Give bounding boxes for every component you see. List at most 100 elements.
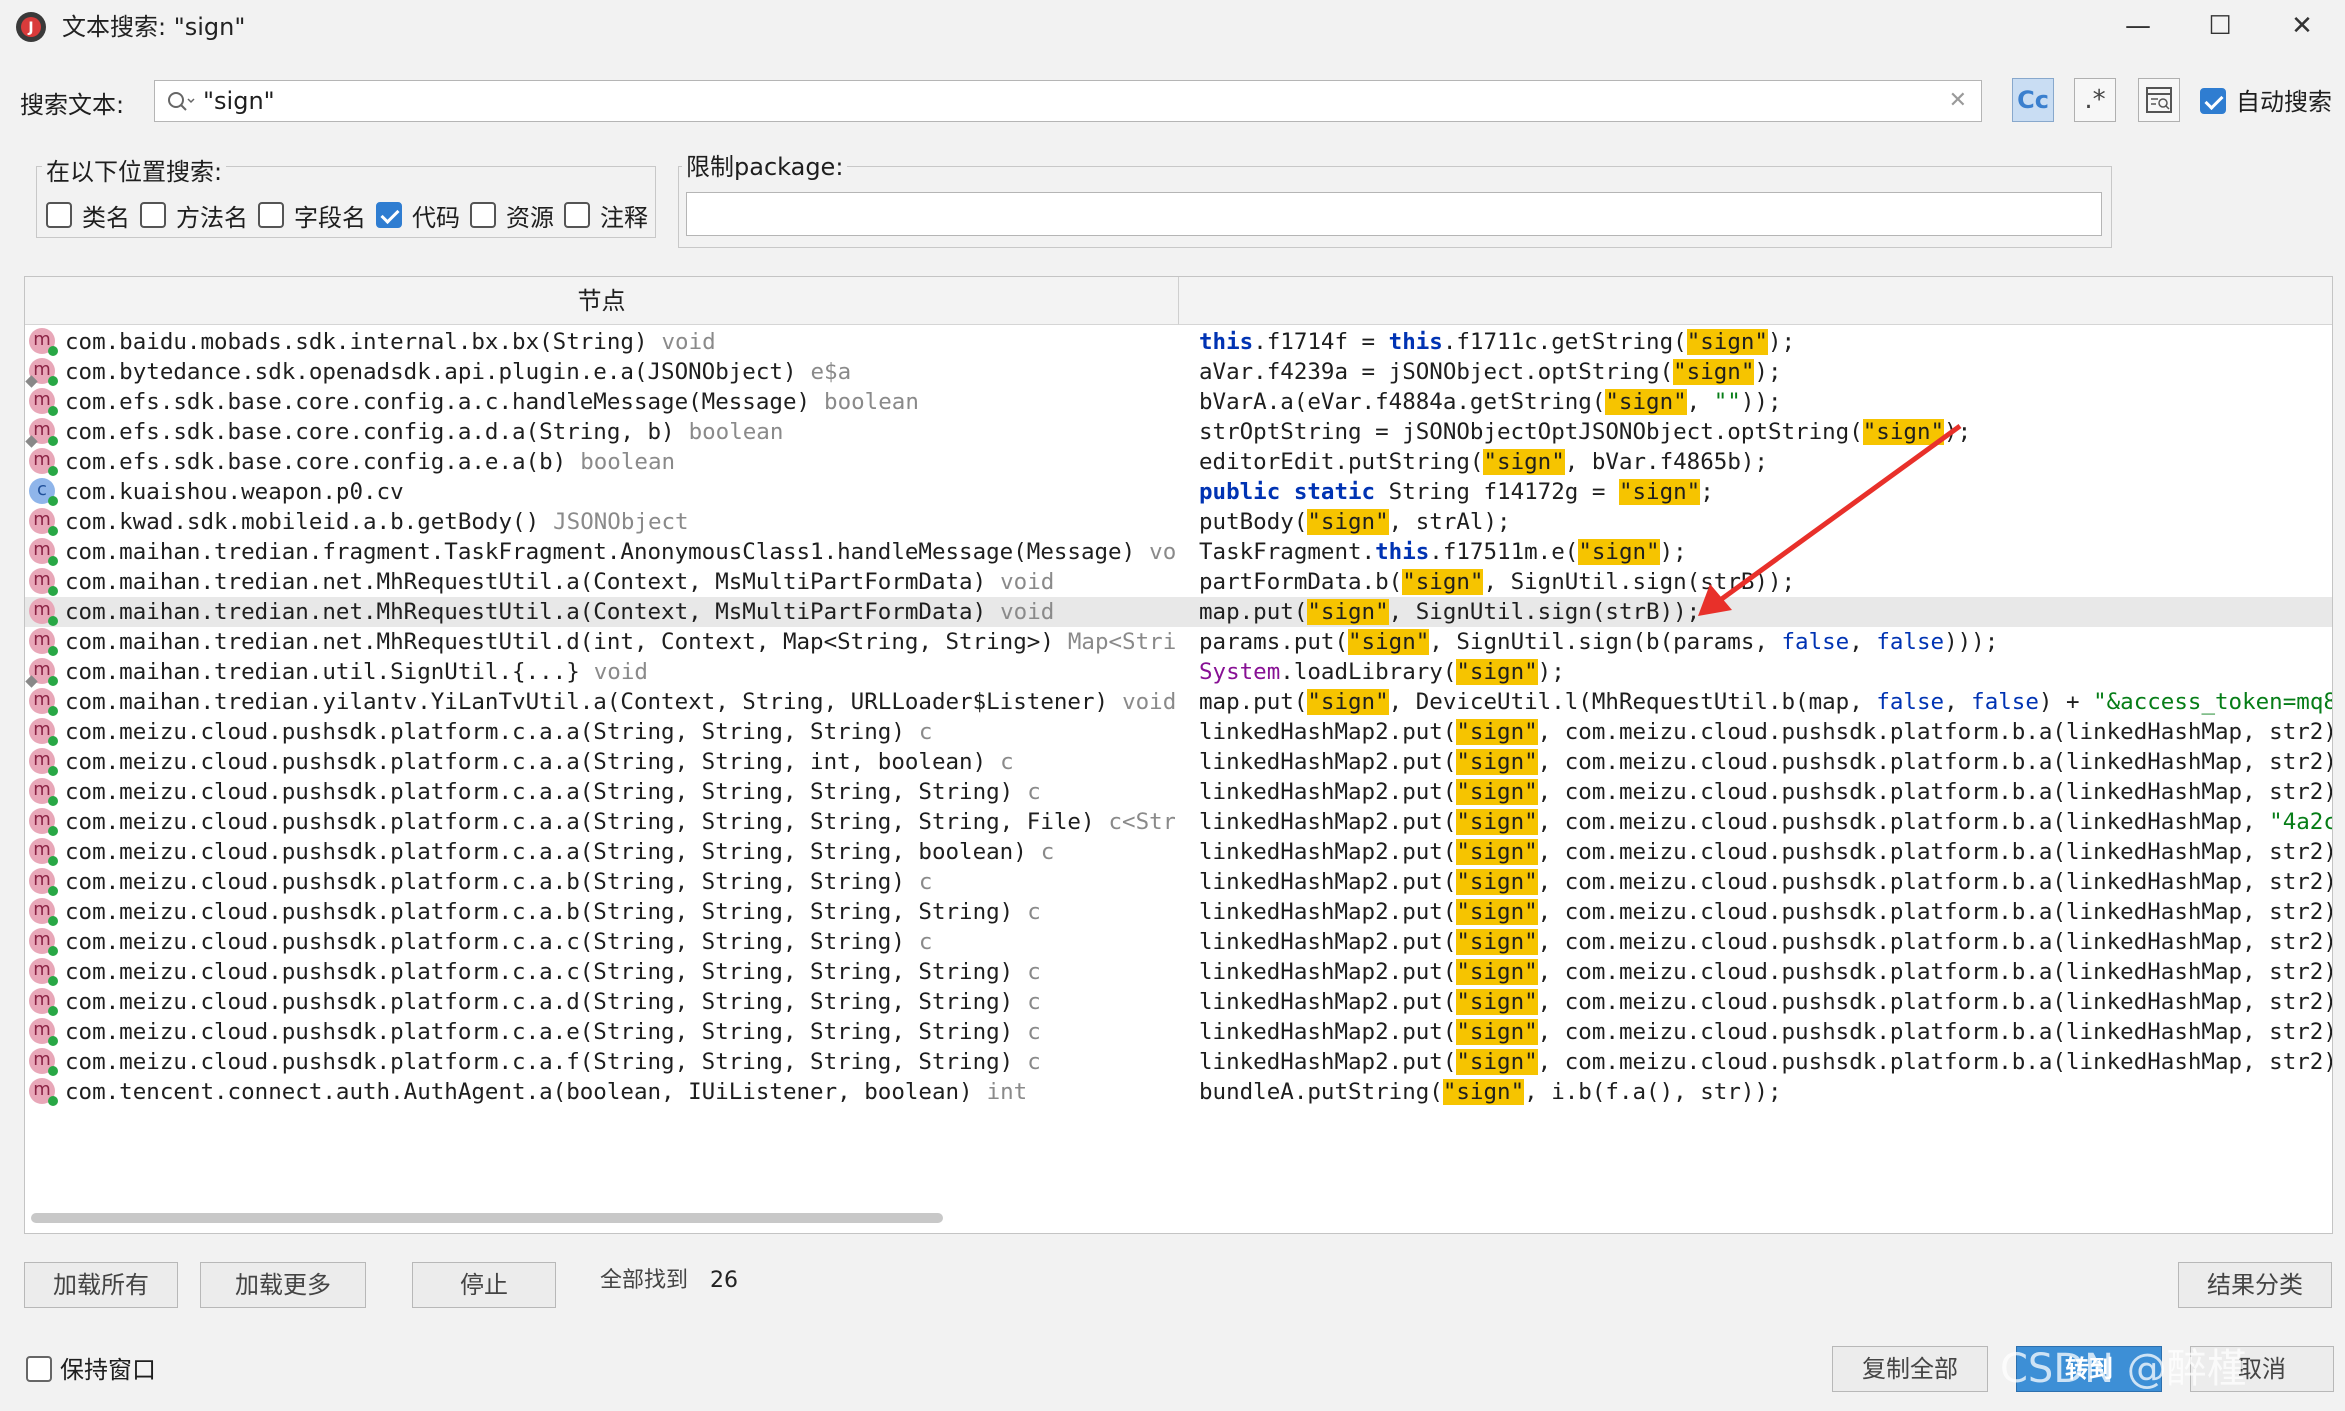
copy-all-button[interactable]: 复制全部 — [1832, 1346, 1988, 1392]
option-field-name[interactable]: 字段名 — [258, 198, 366, 232]
code-token: .f1711c.getString( — [1442, 329, 1687, 355]
option-resource[interactable]: 资源 — [470, 198, 554, 232]
option-comment[interactable]: 注释 — [564, 198, 648, 232]
search-location-title: 在以下位置搜索: — [42, 156, 227, 188]
return-type: c — [1027, 1049, 1041, 1075]
code-snippet: linkedHashMap2.put("sign", com.meizu.clo… — [1199, 1047, 2333, 1077]
table-row[interactable]: m com.meizu.cloud.pushsdk.platform.c.a.c(… — [25, 957, 2332, 987]
maximize-button[interactable]: ☐ — [2180, 0, 2260, 52]
node-signature: com.meizu.cloud.pushsdk.platform.c.a.c(S… — [65, 957, 1175, 987]
match-highlight: "sign" — [1307, 599, 1389, 625]
code-token: linkedHashMap2.put( — [1199, 839, 1457, 865]
table-row[interactable]: m com.efs.sdk.base.core.config.a.d.a(Stri… — [25, 417, 2332, 448]
table-row[interactable]: m com.meizu.cloud.pushsdk.platform.c.a.c(… — [25, 927, 2332, 957]
node-signature: com.meizu.cloud.pushsdk.platform.c.a.b(S… — [65, 897, 1175, 927]
table-row[interactable]: m com.kwad.sdk.mobileid.a.b.getBody() JSON… — [25, 507, 2332, 537]
option-label: 类名 — [82, 203, 130, 232]
search-input[interactable]: "sign" ✕ — [154, 80, 1982, 122]
code-token: , com.meizu.cloud.pushsdk.platform.b.a(l… — [1537, 989, 2333, 1015]
table-row[interactable]: m com.maihan.tredian.util.SignUtil.{...} v… — [25, 657, 2332, 688]
code-token: , com.meizu.cloud.pushsdk.platform.b.a(l… — [1537, 1049, 2333, 1075]
code-token: )); — [1740, 389, 1782, 415]
return-type: boolean — [824, 389, 919, 415]
column-header-code[interactable] — [1179, 277, 2332, 325]
whole-word-button[interactable] — [2138, 78, 2180, 122]
keep-window-checkbox[interactable] — [26, 1356, 52, 1382]
table-row[interactable]: m com.tencent.connect.auth.AuthAgent.a(bo… — [25, 1077, 2332, 1107]
resource-checkbox[interactable] — [470, 202, 496, 228]
table-row[interactable]: m com.baidu.mobads.sdk.internal.bx.bx(Str… — [25, 327, 2332, 357]
table-row[interactable]: m com.maihan.tredian.net.MhRequestUtil.d(… — [25, 627, 2332, 657]
table-row[interactable]: m com.efs.sdk.base.core.config.a.e.a(b) bo… — [25, 447, 2332, 477]
node-name: com.maihan.tredian.fragment.TaskFragment… — [65, 539, 1136, 565]
package-filter-input[interactable] — [686, 192, 2102, 236]
node-signature: com.maihan.tredian.net.MhRequestUtil.d(i… — [65, 627, 1175, 657]
minimize-button[interactable]: — — [2098, 0, 2178, 52]
table-row[interactable]: m com.meizu.cloud.pushsdk.platform.c.a.a(… — [25, 777, 2332, 807]
node-name: com.tencent.connect.auth.AuthAgent.a(boo… — [65, 1079, 973, 1105]
table-row[interactable]: m com.maihan.tredian.yilantv.YiLanTvUtil.… — [25, 687, 2332, 717]
code-token: ); — [1767, 329, 1796, 355]
watermark: CSDN @醉槿 — [2000, 1346, 2247, 1392]
method-icon: m — [29, 838, 58, 866]
table-row[interactable]: m com.meizu.cloud.pushsdk.platform.c.a.a(… — [25, 747, 2332, 777]
code-token: map.put( — [1199, 689, 1308, 715]
horizontal-scrollbar[interactable] — [31, 1213, 943, 1223]
regex-button[interactable]: .* — [2074, 78, 2116, 122]
table-row[interactable]: m com.maihan.tredian.net.MhRequestUtil.a(… — [25, 597, 2332, 627]
table-row[interactable]: m com.meizu.cloud.pushsdk.platform.c.a.d(… — [25, 987, 2333, 1017]
node-name: com.kuaishou.weapon.p0.cv — [65, 479, 404, 505]
results-table[interactable]: 节点 m com.baidu.mobads.sdk.internal.bx.bx(… — [24, 276, 2333, 1234]
node-name: com.efs.sdk.base.core.config.a.e.a(b) — [65, 449, 567, 475]
code-token: false — [1971, 689, 2039, 715]
load-more-button[interactable]: 加载更多 — [200, 1262, 366, 1308]
code-snippet: bundleA.putString("sign", i.b(f.a(), str… — [1199, 1077, 2332, 1107]
table-row[interactable]: m com.maihan.tredian.fragment.TaskFragmen… — [25, 537, 2332, 567]
code-token: putBody( — [1199, 509, 1308, 535]
table-row[interactable]: m com.bytedance.sdk.openadsdk.api.plugin.… — [25, 357, 2332, 388]
code-token: TaskFragment. — [1199, 539, 1376, 565]
match-case-button[interactable]: Cc — [2012, 78, 2054, 122]
node-name: com.maihan.tredian.net.MhRequestUtil.d(i… — [65, 629, 1054, 655]
clear-icon[interactable]: ✕ — [1949, 89, 1967, 113]
auto-search-checkbox[interactable] — [2200, 88, 2226, 114]
method-name-checkbox[interactable] — [140, 202, 166, 228]
node-signature: com.meizu.cloud.pushsdk.platform.c.a.f(S… — [65, 1047, 1175, 1077]
load-all-button[interactable]: 加载所有 — [24, 1262, 178, 1308]
table-row[interactable]: m com.meizu.cloud.pushsdk.platform.c.a.a(… — [25, 837, 2332, 867]
field-name-checkbox[interactable] — [258, 202, 284, 228]
class-name-checkbox[interactable] — [46, 202, 72, 228]
node-signature: com.meizu.cloud.pushsdk.platform.c.a.a(S… — [65, 807, 1175, 837]
group-results-button[interactable]: 结果分类 — [2178, 1262, 2332, 1308]
option-method-name[interactable]: 方法名 — [140, 198, 248, 232]
stop-button[interactable]: 停止 — [412, 1262, 556, 1308]
column-header-node[interactable]: 节点 — [25, 277, 1179, 325]
table-row[interactable]: c com.kuaishou.weapon.p0.cv public static … — [25, 477, 2332, 507]
code-token: false — [1781, 629, 1850, 655]
code-checkbox[interactable] — [376, 202, 402, 228]
code-token: , SignUtil.sign(strB)); — [1388, 599, 1701, 625]
option-class-name[interactable]: 类名 — [46, 198, 130, 232]
code-snippet: this.f1714f = this.f1711c.getString("sig… — [1199, 327, 2332, 357]
method-icon: m — [29, 958, 58, 986]
node-signature: com.meizu.cloud.pushsdk.platform.c.a.a(S… — [65, 777, 1175, 807]
comment-checkbox[interactable] — [564, 202, 590, 228]
table-row[interactable]: m com.efs.sdk.base.core.config.a.c.handle… — [25, 387, 2332, 417]
match-highlight: "sign" — [1686, 329, 1768, 355]
close-button[interactable]: ✕ — [2262, 0, 2342, 52]
table-row[interactable]: m com.meizu.cloud.pushsdk.platform.c.a.a(… — [25, 807, 2332, 837]
table-row[interactable]: m com.meizu.cloud.pushsdk.platform.c.a.b(… — [25, 867, 2332, 897]
results-rows: m com.baidu.mobads.sdk.internal.bx.bx(Str… — [25, 327, 2333, 1107]
node-signature: com.efs.sdk.base.core.config.a.c.handleM… — [65, 387, 1175, 417]
table-row[interactable]: m com.meizu.cloud.pushsdk.platform.c.a.b(… — [25, 897, 2332, 927]
option-label: 方法名 — [176, 203, 248, 232]
option-code[interactable]: 代码 — [376, 198, 460, 232]
return-type: c — [1027, 779, 1041, 805]
table-row[interactable]: m com.meizu.cloud.pushsdk.platform.c.a.a(… — [25, 717, 2332, 747]
table-row[interactable]: m com.meizu.cloud.pushsdk.platform.c.a.e(… — [25, 1017, 2332, 1047]
table-row[interactable]: m com.maihan.tredian.net.MhRequestUtil.a(… — [25, 567, 2332, 597]
method-icon: m — [29, 1018, 58, 1046]
table-row[interactable]: m com.meizu.cloud.pushsdk.platform.c.a.f(… — [25, 1047, 2333, 1077]
code-token: "4a2ca7 — [2269, 809, 2332, 835]
code-token: this — [1388, 329, 1443, 355]
